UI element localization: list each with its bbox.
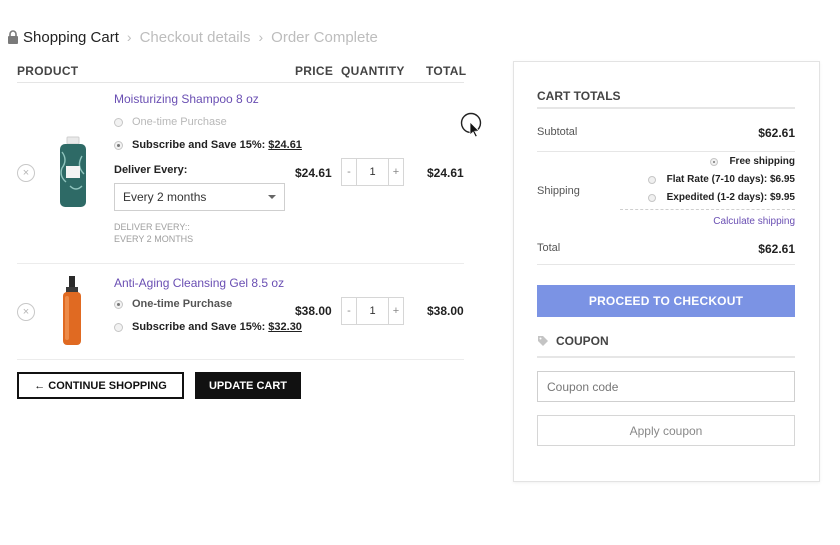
cart-totals-panel: CART TOTALS Subtotal $62.61 Shipping Fre… <box>513 61 820 482</box>
radio-expedited[interactable] <box>647 193 656 202</box>
quantity-decrease-button[interactable]: - <box>341 297 357 325</box>
chevron-right-icon: › <box>258 29 264 45</box>
coupon-title: COUPON <box>556 334 609 348</box>
subscribe-price: $32.30 <box>268 321 302 333</box>
option-label: Subscribe and Save 15%: <box>132 321 266 333</box>
chevron-down-icon <box>268 195 276 199</box>
deliver-every-note: DELIVER EVERY:: EVERY 2 MONTHS <box>114 221 193 245</box>
coupon-code-input[interactable]: Coupon code <box>537 371 795 402</box>
cart-row-cleansing-gel: × Anti-Aging Cleansing Gel 8.5 oz One-ti… <box>17 265 464 360</box>
item-total: $38.00 <box>427 304 464 318</box>
deliver-frequency-select[interactable]: Every 2 months <box>114 183 285 211</box>
option-label: Subscribe and Save 15%: <box>132 139 266 151</box>
quantity-decrease-button[interactable]: - <box>341 158 357 186</box>
cart-row-shampoo: × Moisturizing Shampoo 8 oz One-time Pur… <box>17 84 464 264</box>
product-image-shampoo[interactable] <box>52 136 94 208</box>
breadcrumb: Shopping Cart › Checkout details › Order… <box>7 27 378 47</box>
item-total: $24.61 <box>427 166 464 180</box>
deliver-note-line: DELIVER EVERY:: <box>114 222 190 232</box>
option-label: One-time Purchase <box>132 298 233 310</box>
subtotal-row: Subtotal $62.61 <box>537 124 795 152</box>
radio-subscribe[interactable] <box>114 322 123 332</box>
calculate-shipping-link[interactable]: Calculate shipping <box>713 216 795 227</box>
tag-icon <box>538 336 548 346</box>
total-label: Total <box>537 242 561 254</box>
deliver-note-line: EVERY 2 MONTHS <box>114 234 194 244</box>
select-value: Every 2 months <box>123 190 207 204</box>
coupon-heading: COUPON <box>537 334 795 358</box>
quantity-input[interactable]: 1 <box>357 297 388 325</box>
shipping-option-expedited[interactable]: Expedited (1-2 days): $9.95 <box>647 192 795 203</box>
product-name-link[interactable]: Moisturizing Shampoo 8 oz <box>114 92 259 106</box>
subtotal-label: Subtotal <box>537 126 578 138</box>
option-one-time-purchase[interactable]: One-time Purchase <box>114 116 227 128</box>
product-name-link[interactable]: Anti-Aging Cleansing Gel 8.5 oz <box>114 276 284 290</box>
radio-one-time[interactable] <box>114 299 123 309</box>
remove-item-icon[interactable]: × <box>17 303 35 321</box>
radio-subscribe[interactable] <box>114 140 123 150</box>
breadcrumb-step-complete: Order Complete <box>271 28 378 46</box>
total-row: Total $62.61 <box>537 240 795 265</box>
continue-shopping-button[interactable]: ← CONTINUE SHOPPING <box>17 372 184 399</box>
breadcrumb-step-cart[interactable]: Shopping Cart <box>23 29 119 46</box>
subtotal-amount: $62.61 <box>758 126 795 140</box>
radio-flat-rate[interactable] <box>647 175 656 184</box>
subscribe-price: $24.61 <box>268 139 302 151</box>
option-subscribe[interactable]: Subscribe and Save 15%: $32.30 <box>114 321 302 333</box>
radio-one-time[interactable] <box>114 117 123 127</box>
shipping-option-label: Expedited (1-2 days): $9.95 <box>666 192 795 203</box>
quantity-stepper: - 1 + <box>341 297 404 325</box>
quantity-stepper: - 1 + <box>341 158 404 186</box>
shipping-option-label: Flat Rate (7-10 days): $6.95 <box>666 174 795 185</box>
apply-coupon-button[interactable]: Apply coupon <box>537 415 795 446</box>
shipping-option-free[interactable]: Free shipping <box>710 156 795 167</box>
chevron-right-icon: › <box>126 29 132 45</box>
column-header-price: PRICE <box>295 64 334 78</box>
quantity-increase-button[interactable]: + <box>388 158 404 186</box>
column-header-product: PRODUCT <box>17 64 79 78</box>
option-subscribe[interactable]: Subscribe and Save 15%: $24.61 <box>114 139 302 151</box>
lock-icon <box>8 30 18 44</box>
product-image-cleansing-gel[interactable] <box>57 276 87 346</box>
total-amount: $62.61 <box>758 242 795 256</box>
remove-item-icon[interactable]: × <box>17 164 35 182</box>
breadcrumb-step-checkout[interactable]: Checkout details <box>140 29 251 46</box>
quantity-increase-button[interactable]: + <box>388 297 404 325</box>
mouse-cursor-icon <box>460 112 482 138</box>
item-price: $24.61 <box>295 166 332 180</box>
quantity-input[interactable]: 1 <box>357 158 388 186</box>
column-header-quantity: QUANTITY <box>341 64 405 78</box>
item-price: $38.00 <box>295 304 332 318</box>
shipping-option-label: Free shipping <box>729 156 795 167</box>
divider <box>620 209 795 210</box>
cart-totals-title: CART TOTALS <box>537 89 795 109</box>
shipping-option-flat-rate[interactable]: Flat Rate (7-10 days): $6.95 <box>647 174 795 185</box>
column-header-total: TOTAL <box>426 64 467 78</box>
deliver-every-label: Deliver Every: <box>114 164 188 176</box>
proceed-to-checkout-button[interactable]: PROCEED TO CHECKOUT <box>537 285 795 317</box>
shipping-label: Shipping <box>537 185 580 197</box>
cart-table-header: PRODUCT PRICE QUANTITY TOTAL <box>17 63 467 83</box>
update-cart-button[interactable]: UPDATE CART <box>195 372 301 399</box>
radio-free-shipping[interactable] <box>710 157 719 166</box>
option-one-time-purchase[interactable]: One-time Purchase <box>114 298 232 310</box>
option-label: One-time Purchase <box>132 116 227 128</box>
